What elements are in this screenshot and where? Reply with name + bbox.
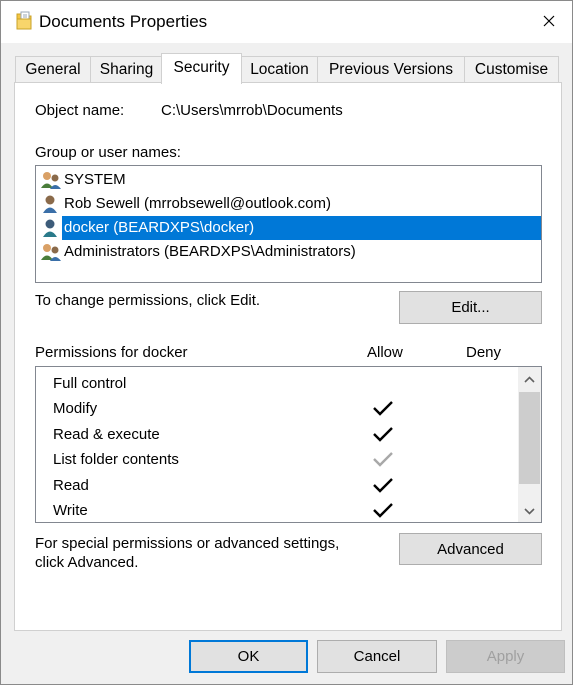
check-icon (372, 476, 394, 498)
scroll-up-button[interactable] (518, 367, 541, 390)
permission-name: Read & execute (53, 426, 160, 443)
title-bar[interactable]: Documents Properties (1, 1, 572, 43)
group-names-label: Group or user names: (35, 144, 181, 161)
deny-header: Deny (466, 344, 502, 361)
permissions-label: Permissions for docker (35, 344, 188, 361)
advanced-button[interactable]: Advanced (399, 533, 542, 565)
list-item[interactable]: SYSTEM (36, 168, 541, 192)
close-icon (543, 14, 555, 31)
list-item-label: Administrators (BEARDXPS\Administrators) (64, 243, 356, 260)
permission-row: Read (36, 474, 518, 499)
tab-customise[interactable]: Customise (464, 56, 559, 82)
close-button[interactable] (526, 1, 572, 43)
special-permissions-text: For special permissions or advanced sett… (35, 535, 340, 552)
object-name-value: C:\Users\mrrob\Documents (161, 102, 343, 119)
tab-sharing[interactable]: Sharing (90, 56, 163, 82)
list-item-selected[interactable]: docker (BEARDXPS\docker) (36, 216, 541, 240)
list-item[interactable]: Rob Sewell (mrrobsewell@outlook.com) (36, 192, 541, 216)
permissions-list[interactable]: Full control Modify Read & execute List … (35, 366, 542, 523)
permission-row: Write (36, 499, 518, 524)
allow-header: Allow (367, 344, 403, 361)
edit-button[interactable]: Edit... (399, 291, 542, 324)
special-permissions-text-2: click Advanced. (35, 554, 139, 571)
chevron-down-icon (524, 502, 535, 519)
permission-row: List folder contents (36, 448, 518, 473)
object-name-label: Object name: (35, 102, 125, 119)
scrollbar-thumb[interactable] (519, 392, 540, 484)
cancel-button[interactable]: Cancel (317, 640, 437, 673)
check-icon (372, 399, 394, 421)
list-item-label: Rob Sewell (mrrobsewell@outlook.com) (64, 195, 331, 212)
tab-location[interactable]: Location (241, 56, 318, 82)
list-item[interactable]: Administrators (BEARDXPS\Administrators) (36, 240, 541, 264)
permission-name: Write (53, 502, 88, 519)
list-item-label: SYSTEM (64, 171, 126, 188)
tab-general[interactable]: General (15, 56, 91, 82)
group-icon (40, 242, 62, 266)
user-icon (40, 218, 62, 242)
check-icon (372, 501, 394, 523)
folder-icon (15, 11, 33, 35)
permission-row: Full control (36, 372, 518, 397)
list-item-label: docker (BEARDXPS\docker) (62, 216, 541, 240)
chevron-up-icon (524, 370, 535, 387)
scroll-down-button[interactable] (518, 499, 541, 522)
permission-name: Full control (53, 375, 127, 392)
group-icon (40, 170, 62, 194)
user-icon (40, 194, 62, 218)
group-user-list[interactable]: SYSTEM Rob Sewell (mrrobsewell@outlook.c… (35, 165, 542, 283)
permission-row: Modify (36, 397, 518, 422)
properties-window: Documents Properties General Sharing Sec… (0, 0, 573, 685)
permissions-scrollbar[interactable] (518, 367, 541, 522)
tab-strip: General Sharing Security Location Previo… (1, 53, 572, 84)
apply-button[interactable]: Apply (446, 640, 565, 673)
permission-row: Read & execute (36, 423, 518, 448)
check-icon (372, 425, 394, 447)
permission-name: Read (53, 477, 89, 494)
tab-previous-versions[interactable]: Previous Versions (317, 56, 465, 82)
permission-name: Modify (53, 400, 98, 417)
check-inherited-icon (372, 450, 394, 472)
tab-security[interactable]: Security (161, 53, 242, 84)
permission-name: List folder contents (53, 451, 179, 468)
ok-button[interactable]: OK (189, 640, 308, 673)
window-title: Documents Properties (39, 12, 208, 31)
change-permissions-text: To change permissions, click Edit. (35, 292, 261, 309)
